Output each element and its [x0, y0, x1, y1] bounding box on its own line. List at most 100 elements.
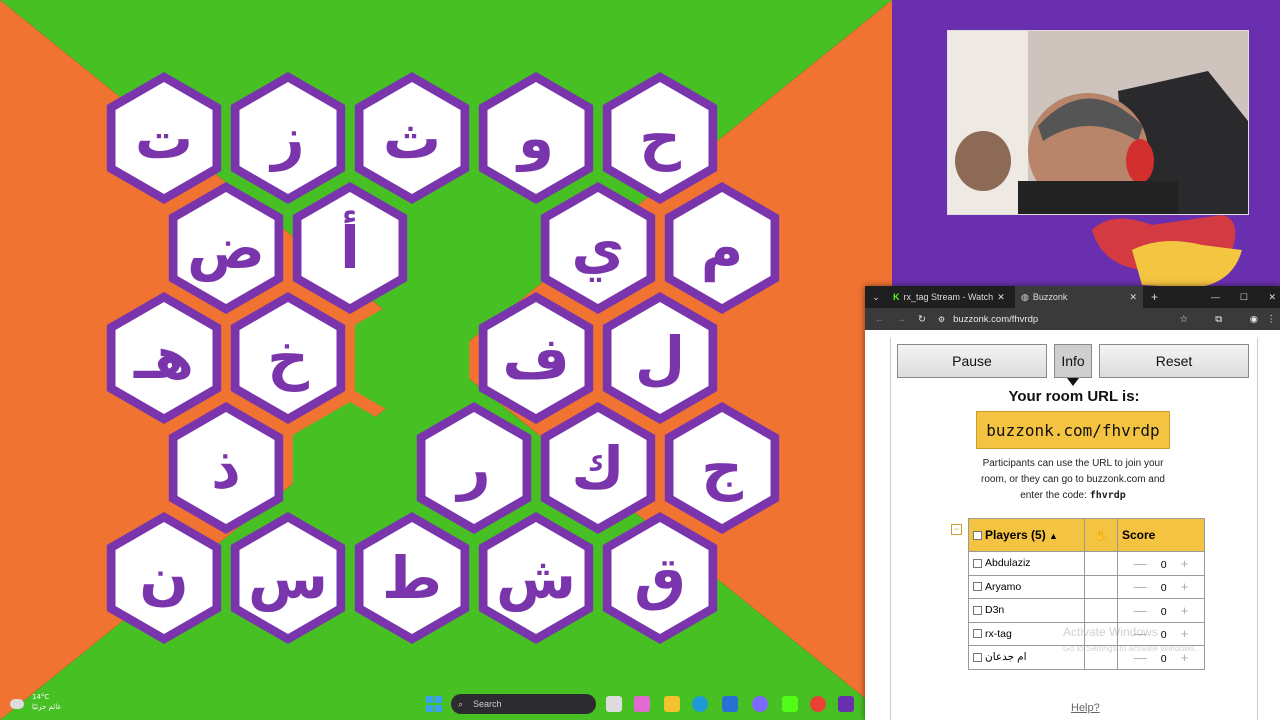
tab-buzzonk-label: Buzzonk [1032, 292, 1068, 302]
bookmark-star-icon[interactable]: ☆ [1179, 314, 1188, 325]
forward-icon[interactable]: → [897, 314, 907, 325]
decrement-score-button[interactable]: — [1134, 556, 1147, 571]
chrome-icon[interactable] [810, 696, 826, 712]
player-checkbox[interactable] [973, 558, 982, 568]
streamer-panel [892, 0, 1280, 290]
player-score: 0 [1160, 605, 1167, 618]
room-title: Your room URL is: [1008, 388, 1140, 405]
file-explorer-icon[interactable] [664, 696, 680, 712]
buzzonk-page: Pause Info Reset Your room URL is: buzzo… [890, 338, 1258, 720]
search-placeholder: Search [473, 699, 502, 709]
reload-icon[interactable]: ↻ [918, 314, 926, 325]
new-tab-icon[interactable]: + [1151, 290, 1158, 304]
player-score: 0 [1160, 629, 1167, 642]
game-app-icon[interactable] [838, 696, 854, 712]
hex-board-canvas: ت ز ث و ح ض أ ي م هـ خ ف ل ذ ر ك ج ن س ط ش ق [0, 0, 892, 720]
profile-icon[interactable]: ◉ [1250, 314, 1258, 325]
cloud-icon [10, 698, 24, 709]
hex-letter: ز [268, 104, 304, 172]
maximize-icon[interactable]: ☐ [1240, 292, 1248, 303]
sort-up-icon: ▲ [1049, 531, 1058, 541]
pause-button[interactable]: Pause [897, 344, 1047, 378]
select-all-checkbox[interactable] [973, 531, 982, 541]
hex-letter: ق [634, 544, 686, 612]
player-buzz-cell [1084, 551, 1118, 576]
decrement-score-button[interactable]: — [1134, 603, 1147, 618]
activate-windows-subtitle: Go to Settings to activate Windows. [1063, 643, 1198, 653]
score-header[interactable]: Score [1117, 518, 1205, 552]
store-icon[interactable] [722, 696, 738, 712]
windows-start-icon[interactable] [426, 696, 442, 712]
increment-score-button[interactable]: + [1181, 556, 1189, 571]
language-indicator[interactable]: ENG US [1160, 694, 1177, 714]
volume-icon[interactable]: ◀ [1258, 699, 1266, 712]
clock-date: 05/03/2 [1226, 705, 1257, 714]
weather-text: غائم جزئيًا [32, 703, 62, 711]
clock[interactable]: 10:48 05/03/2 [1226, 693, 1257, 715]
player-row: Aryamo — 0 + [968, 574, 1205, 599]
hex-letter: ج [701, 434, 743, 502]
tray-overflow-icon[interactable]: ⌃ [1116, 698, 1124, 708]
address-bar: ← → ↻ ⚙ buzzonk.com/fhvrdp ☆ ⧉ ◉ ⋮ [865, 308, 1280, 330]
player-checkbox[interactable] [973, 652, 982, 662]
url-field[interactable]: buzzonk.com/fhvrdp [953, 314, 1038, 325]
players-header[interactable]: Players (5) ▲ [968, 518, 1085, 552]
hex-letter: ط [382, 544, 442, 612]
kick-app-icon[interactable] [782, 696, 798, 712]
microphone-icon[interactable]: ♪ [1138, 697, 1144, 708]
hex-letter: ي [571, 214, 624, 282]
browser-window: ⌄ K rx_tag Stream - Watch ✕ ◍ Buzzonk ✕ … [865, 286, 1280, 720]
player-score: 0 [1160, 652, 1167, 665]
player-buzz-cell [1084, 598, 1118, 623]
increment-score-button[interactable]: + [1181, 603, 1189, 618]
player-checkbox[interactable] [973, 582, 982, 592]
back-icon[interactable]: ← [875, 314, 885, 325]
tab-bar: ⌄ K rx_tag Stream - Watch ✕ ◍ Buzzonk ✕ … [865, 286, 1280, 308]
close-window-icon[interactable]: ✕ [1268, 292, 1276, 303]
player-score: 0 [1160, 582, 1167, 595]
increment-score-button[interactable]: + [1181, 579, 1189, 594]
hex-letter: م [701, 214, 744, 282]
hex-letter: ف [502, 324, 569, 392]
increment-score-button[interactable]: + [1181, 626, 1189, 641]
help-link[interactable]: Help? [1071, 702, 1100, 714]
player-checkbox[interactable] [973, 629, 982, 639]
taskbar-search[interactable]: ⌕ Search [451, 694, 596, 714]
lang-top: ENG [1160, 694, 1178, 703]
site-info-icon[interactable]: ⚙ [938, 315, 945, 324]
decrement-score-button[interactable]: — [1134, 579, 1147, 594]
minimize-icon[interactable]: — [1211, 292, 1220, 302]
collapse-icon[interactable]: − [951, 524, 962, 535]
hex-letter: ض [187, 214, 265, 282]
hex-letter: أ [340, 210, 360, 282]
tab-stream[interactable]: K rx_tag Stream - Watch ✕ [887, 286, 1015, 308]
tab-list-icon[interactable]: ⌄ [865, 292, 887, 303]
edge-icon[interactable] [692, 696, 708, 712]
players-header-label: Players (5) [985, 528, 1046, 542]
reset-button[interactable]: Reset [1099, 344, 1249, 378]
discord-icon[interactable] [752, 696, 768, 712]
task-view-icon[interactable] [606, 696, 622, 712]
player-name-cell: Aryamo [968, 574, 1085, 599]
network-icon[interactable]: ⌔ [1202, 698, 1210, 709]
player-score-cell: — 0 + [1117, 551, 1205, 576]
clock-time: 10:48 [1232, 694, 1256, 703]
info-button[interactable]: Info [1054, 344, 1092, 378]
tab-buzzonk[interactable]: ◍ Buzzonk ✕ [1015, 286, 1143, 308]
player-name: ام جدعان [985, 651, 1027, 664]
player-row: Abdulaziz — 0 + [968, 551, 1205, 576]
player-checkbox[interactable] [973, 605, 982, 615]
tab-close-icon[interactable]: ✕ [1129, 292, 1137, 303]
room-url-box[interactable]: buzzonk.com/fhvrdp [976, 411, 1170, 449]
extensions-icon[interactable]: ⧉ [1215, 314, 1222, 325]
kick-icon: K [893, 292, 900, 302]
hex-letter: ث [383, 104, 441, 172]
hex-letter: ت [135, 104, 193, 172]
copilot-icon[interactable] [634, 696, 650, 712]
game-board: ت ز ث و ح ض أ ي م هـ خ ف ل ذ ر ك ج ن س ط ش ق [0, 0, 892, 720]
weather-widget[interactable]: 14°C غائم جزئيًا [10, 693, 61, 712]
tab-close-icon[interactable]: ✕ [997, 292, 1005, 303]
activate-windows-title: Activate Windows [1063, 625, 1158, 639]
room-description: Participants can use the URL to join you… [973, 456, 1173, 504]
menu-icon[interactable]: ⋮ [1267, 314, 1277, 325]
